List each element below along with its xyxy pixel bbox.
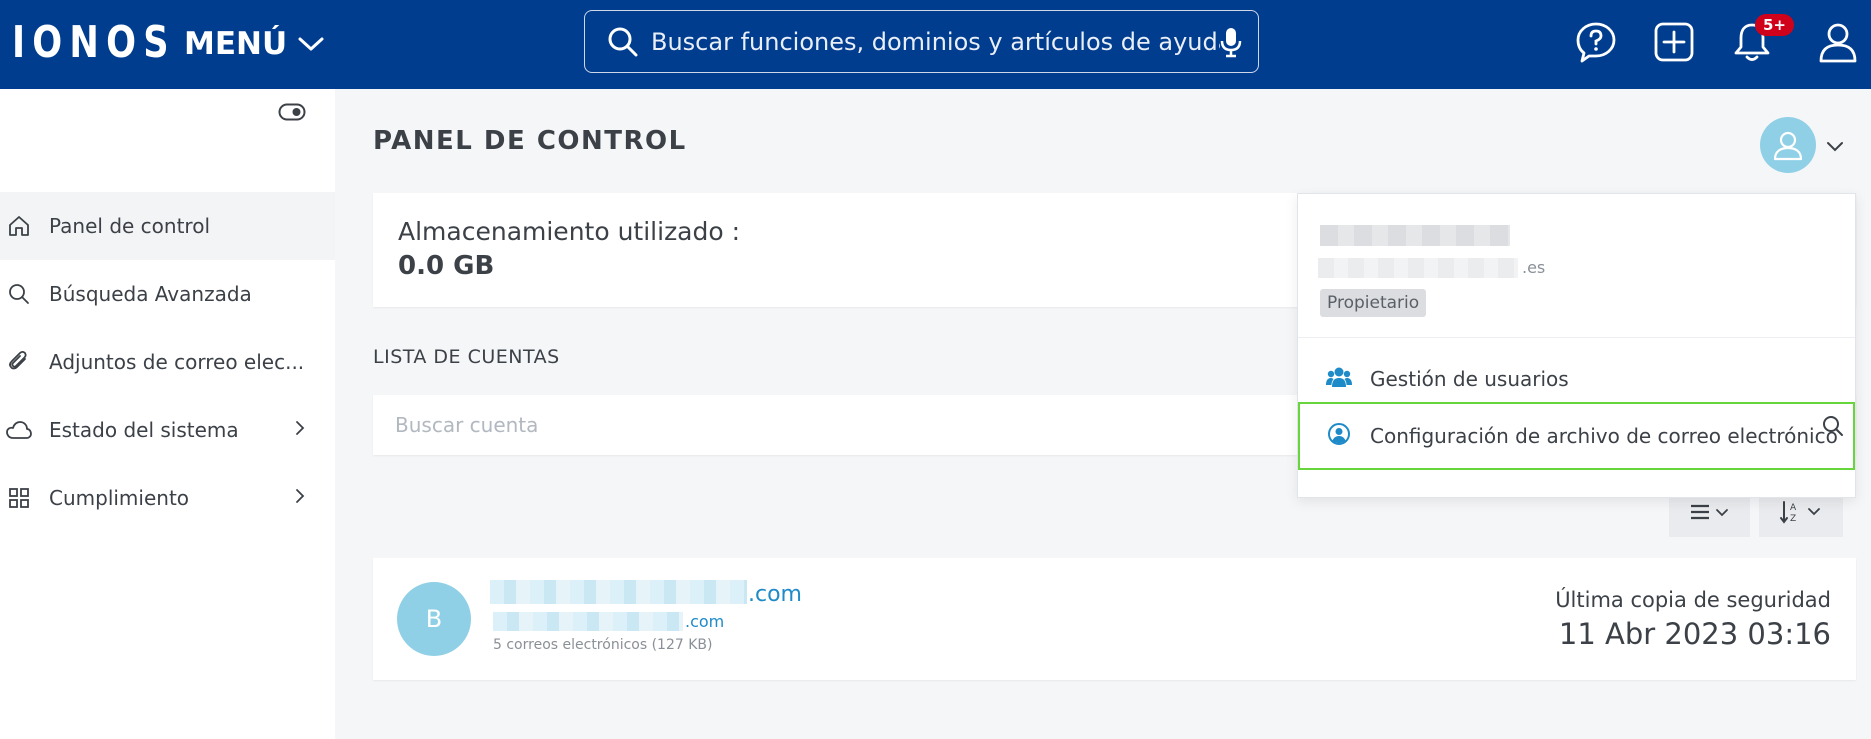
storage-label: Almacenamiento utilizado : [398, 217, 741, 246]
global-search-input[interactable] [651, 27, 1220, 56]
svg-text:A: A [1790, 503, 1797, 513]
sidebar-item-panel-de-control[interactable]: Panel de control [0, 192, 335, 260]
chevron-down-icon [1827, 142, 1843, 152]
menu-item-label: Configuración de archivo de correo elect… [1370, 424, 1838, 448]
menu-item-user-management[interactable]: Gestión de usuarios [1298, 349, 1855, 409]
search-icon [608, 27, 638, 56]
sidebar-item-busqueda-avanzada[interactable]: Búsqueda Avanzada [0, 260, 335, 328]
global-search[interactable] [584, 10, 1259, 73]
backup-date: 11 Abr 2023 03:16 [1558, 617, 1831, 651]
sidebar-item-estado-sistema[interactable]: Estado del sistema [0, 396, 335, 464]
user-avatar-button[interactable] [1760, 117, 1816, 173]
redacted-user-name [1320, 225, 1510, 246]
sidebar-item-label: Cumplimiento [49, 486, 190, 510]
backup-label: Última copia de seguridad [1555, 588, 1831, 612]
add-button[interactable] [1648, 16, 1700, 68]
microphone-icon[interactable] [1220, 26, 1242, 58]
account-search-input[interactable] [395, 409, 1395, 441]
redacted-user-email [1318, 258, 1518, 278]
sidebar: Panel de control Búsqueda Avanzada Adjun… [0, 89, 335, 739]
sidebar-item-label: Búsqueda Avanzada [49, 282, 252, 306]
sidebar-item-label: Adjuntos de correo elec... [49, 350, 305, 374]
divider [1298, 337, 1855, 338]
account-avatar: B [397, 582, 471, 656]
toggle-icon [278, 103, 306, 121]
help-icon [1576, 22, 1616, 63]
sidebar-toggle[interactable] [278, 103, 306, 125]
home-icon [6, 213, 32, 239]
search-icon[interactable] [1822, 415, 1844, 441]
account-meta: 5 correos electrónicos (127 KB) [493, 637, 713, 653]
grid-icon [6, 485, 32, 511]
role-badge: Propietario [1320, 289, 1427, 317]
redacted-alias [493, 612, 683, 631]
chevron-right-icon [294, 420, 306, 440]
account-alias-tld[interactable]: .com [685, 612, 724, 631]
chevron-down-icon [298, 37, 324, 51]
menu-item-email-archive-settings[interactable]: Configuración de archivo de correo elect… [1298, 402, 1855, 470]
cloud-icon [6, 417, 32, 443]
top-bar: IONOS MENÚ 5+ [0, 0, 1871, 89]
menu-label: MENÚ [184, 26, 288, 62]
menu-button[interactable]: MENÚ [184, 22, 325, 66]
sidebar-item-label: Panel de control [49, 214, 210, 238]
user-circle-icon [1328, 423, 1350, 449]
sort-az-icon: AZ [1780, 501, 1820, 524]
list-icon [1690, 504, 1728, 520]
paperclip-icon [6, 349, 32, 375]
sidebar-item-adjuntos[interactable]: Adjuntos de correo elec... [0, 328, 335, 396]
notifications-badge: 5+ [1755, 14, 1795, 36]
redacted-email [490, 580, 747, 604]
svg-text:Z: Z [1790, 514, 1796, 524]
sidebar-item-label: Estado del sistema [49, 418, 239, 442]
plus-square-icon [1654, 22, 1694, 62]
accounts-list-heading: LISTA DE CUENTAS [373, 346, 560, 368]
search-icon [6, 281, 32, 307]
page-title: PANEL DE CONTROL [373, 126, 687, 156]
sidebar-item-cumplimiento[interactable]: Cumplimiento [0, 464, 335, 532]
chevron-right-icon [294, 488, 306, 508]
user-icon [1819, 23, 1857, 63]
storage-value: 0.0 GB [398, 251, 495, 281]
profile-button[interactable] [1812, 16, 1864, 68]
ionos-logo[interactable]: IONOS [12, 18, 176, 68]
user-menu-chevron[interactable] [1826, 138, 1844, 157]
users-icon [1326, 366, 1352, 392]
help-button[interactable] [1570, 16, 1622, 68]
user-email-tld: .es [1522, 258, 1546, 277]
user-outline-icon [1773, 131, 1803, 161]
user-dropdown: .es Propietario Gestión de usuarios Conf… [1297, 193, 1856, 498]
menu-item-label: Gestión de usuarios [1370, 367, 1569, 391]
account-email-tld[interactable]: .com [748, 582, 802, 607]
